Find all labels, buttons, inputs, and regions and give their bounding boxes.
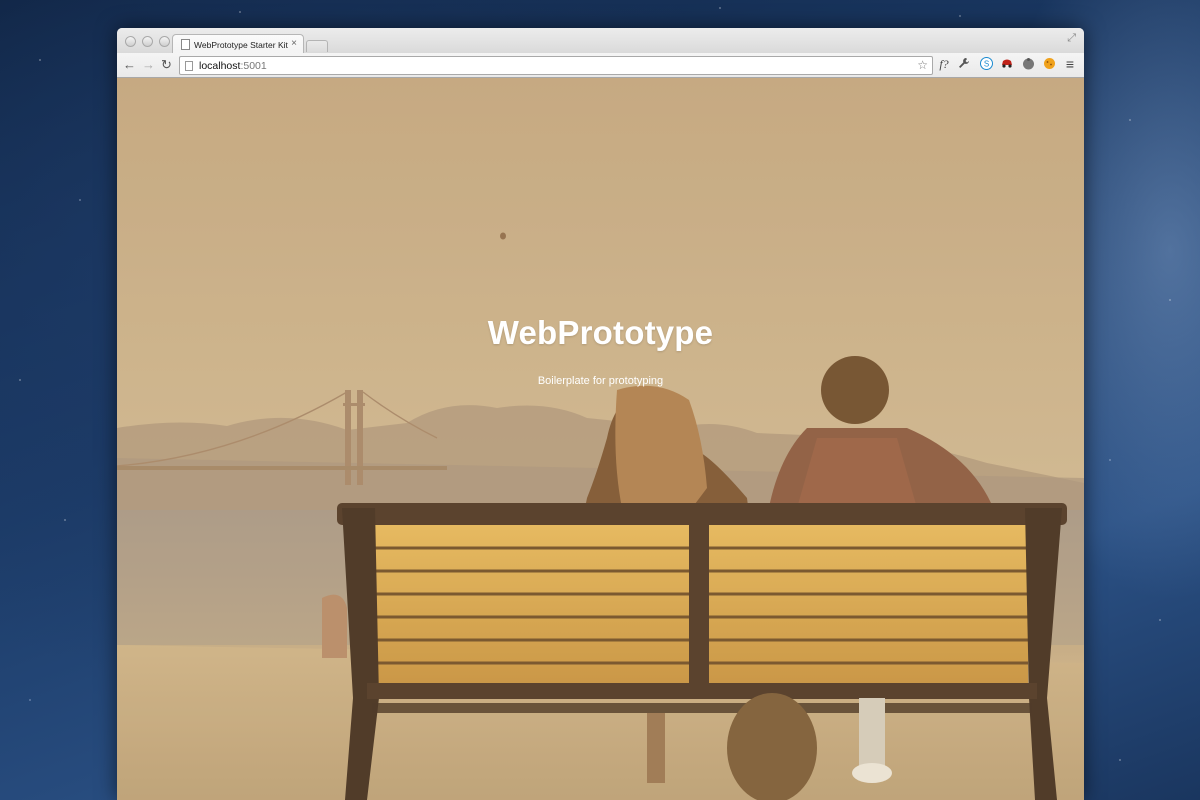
browser-toolbar: ← → ↻ localhost:5001 ☆ f? S ≡ (117, 53, 1084, 78)
page-icon (181, 39, 190, 50)
close-tab-icon[interactable]: × (291, 38, 297, 49)
red-car-icon[interactable] (1000, 57, 1014, 71)
title-bar: WebPrototype Starter Kit × ⤢ (117, 28, 1084, 54)
back-button[interactable]: ← (123, 55, 136, 75)
url-host: localhost (199, 59, 241, 72)
hero-subtitle: Boilerplate for prototyping (537, 375, 664, 387)
cookie-icon[interactable] (1042, 57, 1056, 71)
menu-icon[interactable]: ≡ (1063, 57, 1077, 71)
svg-text:S: S (983, 60, 988, 69)
url-port: :5001 (240, 59, 267, 72)
reload-button[interactable]: ↻ (161, 55, 172, 75)
tab-webprototype[interactable]: WebPrototype Starter Kit × (172, 34, 304, 54)
close-window-button[interactable] (125, 36, 136, 47)
bookmark-star-icon[interactable]: ☆ (917, 57, 928, 74)
fquery-icon[interactable]: f? (937, 57, 951, 71)
zoom-window-button[interactable] (159, 36, 170, 47)
fullscreen-icon[interactable]: ⤢ (1067, 32, 1076, 45)
skype-icon[interactable]: S (979, 57, 993, 71)
wrench-icon[interactable] (957, 57, 971, 71)
browser-window: WebPrototype Starter Kit × ⤢ ← → ↻ local… (117, 28, 1084, 800)
minimize-window-button[interactable] (142, 36, 153, 47)
page-viewport: WebPrototype Boilerplate for prototyping (117, 78, 1084, 800)
gray-blob-icon[interactable] (1021, 57, 1035, 71)
window-controls (125, 36, 170, 47)
page-icon (185, 60, 193, 71)
new-tab-button[interactable] (306, 40, 328, 52)
address-bar[interactable]: localhost:5001 ☆ (179, 56, 933, 75)
hero-title: WebPrototype (487, 314, 714, 351)
tab-title: WebPrototype Starter Kit (194, 39, 288, 50)
forward-button[interactable]: → (142, 55, 155, 75)
hero-background-image (117, 78, 1084, 800)
